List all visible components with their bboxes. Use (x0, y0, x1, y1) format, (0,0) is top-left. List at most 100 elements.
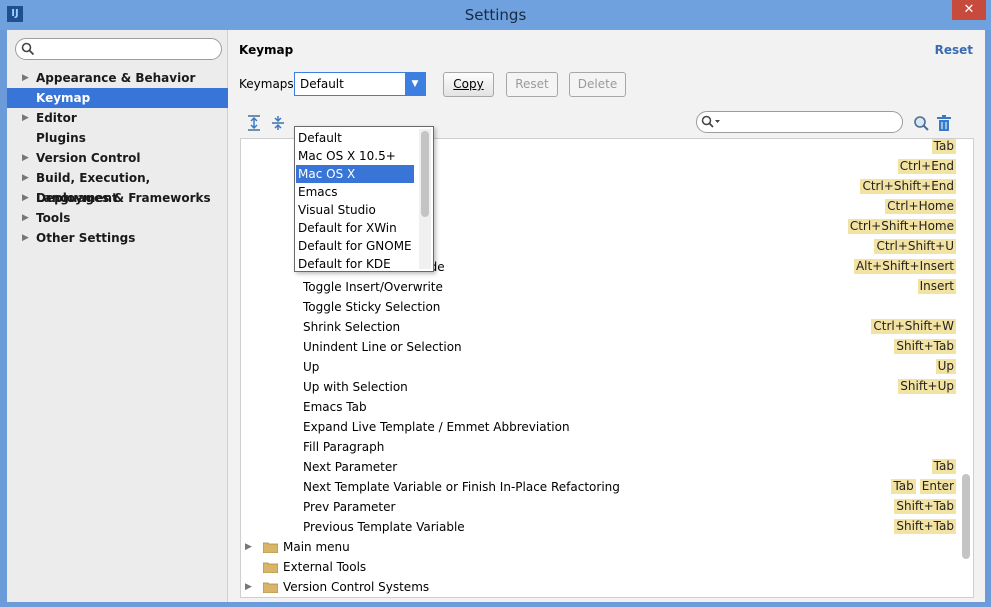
expand-arrow-icon[interactable]: ▶ (22, 148, 29, 168)
collapse-all-icon[interactable] (270, 115, 286, 131)
tree-action-row[interactable]: Toggle Sticky Selection (241, 297, 959, 317)
tree-action-row[interactable]: Unindent Line or Selection Shift+Tab (241, 337, 959, 357)
sidebar-item-keymap[interactable]: Keymap (7, 88, 228, 108)
chevron-down-icon[interactable]: ▼ (405, 73, 425, 95)
tree-action-row[interactable]: Expand Live Template / Emmet Abbreviatio… (241, 417, 959, 437)
expand-arrow-icon[interactable]: ▶ (22, 188, 29, 208)
expand-arrow-icon[interactable]: ▶ (22, 108, 29, 128)
sidebar-item-tools[interactable]: ▶ Tools (7, 208, 228, 228)
tree-scrollbar[interactable] (962, 474, 970, 559)
sidebar-item-appearance-behavior[interactable]: ▶ Appearance & Behavior (7, 68, 228, 88)
shortcut-list: Ctrl+End (897, 159, 956, 175)
close-button[interactable]: ✕ (952, 0, 986, 20)
sidebar-item-other-settings[interactable]: ▶ Other Settings (7, 228, 228, 248)
keymap-select[interactable]: Default ▼ (294, 72, 426, 96)
expand-arrow-icon[interactable]: ▶ (245, 537, 252, 557)
reset-button[interactable]: Reset (506, 72, 558, 97)
dropdown-option[interactable]: Mac OS X (296, 165, 414, 183)
keymap-panel: Keymap Reset Keymaps: Default ▼ Copy Res… (229, 30, 985, 602)
copy-button-label: Copy (453, 77, 484, 91)
expand-arrow-icon[interactable]: ▶ (22, 168, 29, 188)
sidebar-item-label: Appearance & Behavior (36, 71, 196, 85)
settings-tree: ▶ Appearance & Behavior Keymap ▶ Editor Plugi… (7, 68, 228, 248)
tree-action-row[interactable]: Prev Parameter Shift+Tab (241, 497, 959, 517)
action-label: Fill Paragraph (303, 440, 385, 454)
expand-arrow-icon[interactable]: ▶ (22, 208, 29, 228)
dropdown-option[interactable]: Default for XWin (296, 219, 414, 237)
shortcut-badge: Ctrl+Shift+W (871, 319, 956, 334)
action-label: Emacs Tab (303, 400, 367, 414)
shortcut-list: Tab (931, 139, 956, 155)
dropdown-scrollbar-thumb[interactable] (421, 131, 429, 217)
sidebar: ▶ Appearance & Behavior Keymap ▶ Editor Plugi… (7, 30, 228, 602)
action-label: Expand Live Template / Emmet Abbreviatio… (303, 420, 570, 434)
dropdown-option[interactable]: Emacs (296, 183, 414, 201)
folder-icon (263, 582, 278, 593)
action-label: Shrink Selection (303, 320, 401, 334)
reset-link[interactable]: Reset (935, 43, 973, 57)
action-label: Previous Template Variable (303, 520, 465, 534)
action-label: Up with Selection (303, 380, 408, 394)
shortcut-badge: Ctrl+Shift+End (860, 179, 956, 194)
shortcut-badge: Ctrl+Shift+U (874, 239, 956, 254)
shortcut-list: Ctrl+Shift+U (874, 239, 956, 255)
tree-action-row[interactable]: Previous Template Variable Shift+Tab (241, 517, 959, 537)
title-bar: IJ Settings ✕ (0, 0, 991, 30)
keymap-select-value: Default (300, 77, 344, 91)
sidebar-item-plugins[interactable]: Plugins (7, 128, 228, 148)
sidebar-item-editor[interactable]: ▶ Editor (7, 108, 228, 128)
dropdown-option[interactable]: Mac OS X 10.5+ (296, 147, 414, 165)
shortcut-badge: Tab (931, 459, 956, 474)
shortcut-badge: Alt+Shift+Insert (853, 259, 956, 274)
shortcut-badge: Shift+Up (898, 379, 956, 394)
shortcut-badge: Insert (917, 279, 956, 294)
action-label: Toggle Sticky Selection (303, 300, 441, 314)
tree-folder-row[interactable]: ▶ Version Control Systems (241, 577, 959, 597)
sidebar-item-languages-frameworks[interactable]: ▶ Languages & Frameworks (7, 188, 228, 208)
shortcut-badge: Shift+Tab (894, 499, 956, 514)
tree-action-row[interactable]: Fill Paragraph (241, 437, 959, 457)
action-label: External Tools (283, 560, 367, 574)
action-label: Version Control Systems (283, 580, 430, 594)
expand-arrow-icon[interactable]: ▶ (22, 68, 29, 88)
trash-icon[interactable] (936, 114, 952, 135)
dropdown-scrollbar[interactable] (419, 129, 431, 269)
tree-action-row[interactable]: Emacs Tab (241, 397, 959, 417)
shortcut-list: Shift+Tab (894, 499, 956, 515)
dropdown-option[interactable]: Default for GNOME (296, 237, 414, 255)
action-search-input[interactable] (696, 111, 903, 133)
shortcut-list: Ctrl+Shift+W (871, 319, 956, 335)
expand-all-icon[interactable] (246, 115, 262, 131)
delete-button[interactable]: Delete (569, 72, 626, 97)
find-by-shortcut-icon[interactable] (913, 115, 931, 137)
window-title: Settings (464, 6, 527, 24)
tree-action-row[interactable]: Up with Selection Shift+Up (241, 377, 959, 397)
dropdown-option[interactable]: Default (296, 129, 414, 147)
shortcut-badge: Tab (931, 139, 956, 154)
action-label: Next Parameter (303, 460, 398, 474)
tree-action-row[interactable]: Toggle Insert/Overwrite Insert (241, 277, 959, 297)
tree-folder-row[interactable]: ▶ Main menu (241, 537, 959, 557)
expand-arrow-icon[interactable]: ▶ (245, 577, 252, 597)
tree-folder-row[interactable]: External Tools (241, 557, 959, 577)
dropdown-option[interactable]: Visual Studio (296, 201, 414, 219)
shortcut-badge: Enter (919, 479, 956, 494)
tree-action-row[interactable]: Next Template Variable or Finish In-Plac… (241, 477, 959, 497)
settings-search-input[interactable] (15, 38, 222, 60)
shortcut-list: Insert (917, 279, 956, 295)
tree-action-row[interactable]: Next Parameter Tab (241, 457, 959, 477)
sidebar-item-label: Keymap (36, 91, 91, 105)
expand-arrow-icon[interactable]: ▶ (22, 228, 29, 248)
action-label: Main menu (283, 540, 350, 554)
keymap-dropdown-list: Default Mac OS X 10.5+ Mac OS X Emacs Visual… (294, 126, 434, 272)
dropdown-option[interactable]: Default for KDE (296, 255, 414, 273)
sidebar-item-version-control[interactable]: ▶ Version Control (7, 148, 228, 168)
sidebar-item-build-execution-deployment[interactable]: ▶ Build, Execution, Deployment (7, 168, 228, 205)
tree-action-row[interactable]: Shrink Selection Ctrl+Shift+W (241, 317, 959, 337)
shortcut-list: Ctrl+Shift+Home (847, 219, 956, 235)
tree-action-row[interactable]: Up Up (241, 357, 959, 377)
sidebar-item-label: Editor (36, 111, 77, 125)
action-label: Next Template Variable or Finish In-Plac… (303, 480, 620, 494)
sidebar-item-label: Version Control (36, 151, 141, 165)
copy-button[interactable]: Copy (443, 72, 494, 97)
